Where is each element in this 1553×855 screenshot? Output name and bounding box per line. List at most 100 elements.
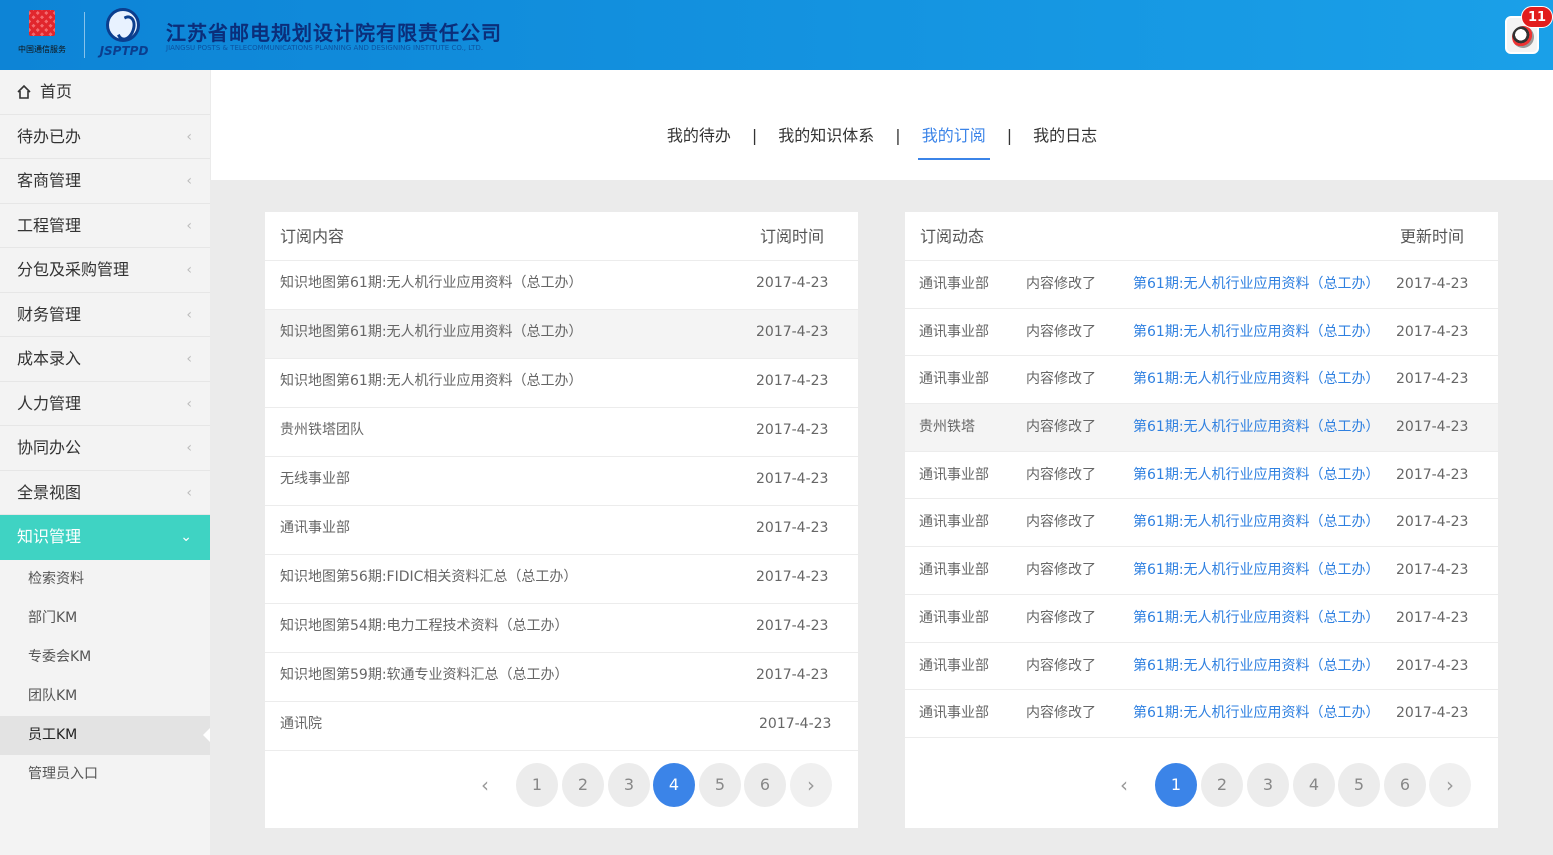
prev-page-button[interactable]: ‹ bbox=[464, 763, 506, 807]
knowledge-submenu: 检索资料 部门KM 专委会KM 团队KM 员工KM 管理员入口 bbox=[0, 559, 210, 794]
table-row[interactable]: 贵州铁塔团队 2017-4-23 bbox=[265, 408, 858, 457]
table-row: 通讯事业部 内容修改了 第61期:无人机行业应用资料（总工办） 2017-4-23 bbox=[905, 452, 1498, 500]
page-button-2[interactable]: 2 bbox=[1201, 763, 1243, 807]
sidebar-item-procurement[interactable]: 分包及采购管理 ‹ bbox=[0, 248, 210, 293]
sidebar-item-label: 分包及采购管理 bbox=[17, 260, 130, 279]
tab-my-subscription[interactable]: 我的订阅 bbox=[917, 122, 990, 160]
page-button-5[interactable]: 5 bbox=[699, 763, 741, 807]
submenu-item-employee-km[interactable]: 员工KM bbox=[0, 715, 210, 755]
row-date: 2017-4-23 bbox=[756, 324, 829, 340]
row-dept: 贵州铁塔 bbox=[919, 419, 975, 436]
submenu-item-admin[interactable]: 管理员入口 bbox=[0, 755, 210, 794]
submenu-item-search[interactable]: 检索资料 bbox=[0, 560, 210, 599]
row-dept: 通讯事业部 bbox=[919, 323, 989, 340]
row-link[interactable]: 第61期:无人机行业应用资料（总工办） bbox=[1133, 643, 1380, 690]
sidebar-item-merchant[interactable]: 客商管理 ‹ bbox=[0, 159, 210, 204]
sidebar-item-label: 财务管理 bbox=[17, 304, 82, 324]
sidebar-item-project[interactable]: 工程管理 ‹ bbox=[0, 204, 210, 248]
row-action: 内容修改了 bbox=[1026, 562, 1096, 579]
page-button-1[interactable]: 1 bbox=[516, 763, 558, 807]
sidebar-item-home[interactable]: 首页 bbox=[0, 70, 210, 115]
sidebar-item-panorama[interactable]: 全景视图 ‹ bbox=[0, 471, 210, 515]
top-header: 中国通信服务 JSPTPD 江苏省邮电规划设计院有限责任公司 JIANGSU P… bbox=[0, 0, 1553, 70]
row-date: 2017-4-23 bbox=[1396, 562, 1469, 579]
page-button-1[interactable]: 1 bbox=[1155, 763, 1197, 807]
table-row[interactable]: 无线事业部 2017-4-23 bbox=[265, 457, 858, 506]
row-link[interactable]: 第61期:无人机行业应用资料（总工办） bbox=[1133, 452, 1380, 499]
table-row[interactable]: 知识地图第59期:软通专业资料汇总（总工办） 2017-4-23 bbox=[265, 653, 858, 702]
row-action: 内容修改了 bbox=[1026, 419, 1096, 436]
sidebar-item-collab[interactable]: 协同办公 ‹ bbox=[0, 426, 210, 471]
row-date: 2017-4-23 bbox=[1396, 371, 1469, 388]
next-page-button[interactable]: › bbox=[1429, 763, 1471, 807]
sidebar-item-label: 成本录入 bbox=[17, 349, 82, 368]
row-dept: 通讯事业部 bbox=[919, 276, 989, 292]
table-row[interactable]: 知识地图第61期:无人机行业应用资料（总工办） 2017-4-23 bbox=[265, 310, 858, 359]
row-link[interactable]: 第61期:无人机行业应用资料（总工办） bbox=[1133, 547, 1380, 594]
sidebar-item-knowledge[interactable]: 知识管理 ⌄ bbox=[0, 515, 210, 560]
jsptpd-mark-icon bbox=[106, 8, 140, 42]
chevron-left-icon: ‹ bbox=[186, 440, 192, 456]
row-link[interactable]: 第61期:无人机行业应用资料（总工办） bbox=[1133, 309, 1380, 356]
page-button-4[interactable]: 4 bbox=[1293, 763, 1335, 807]
row-date: 2017-4-23 bbox=[1396, 705, 1469, 722]
table-row[interactable]: 通讯院 2017-4-23 bbox=[265, 702, 858, 751]
table-row[interactable]: 通讯事业部 2017-4-23 bbox=[265, 506, 858, 555]
row-action: 内容修改了 bbox=[1026, 609, 1096, 626]
chevron-left-icon: ‹ bbox=[186, 306, 192, 323]
sidebar-item-hr[interactable]: 人力管理 ‹ bbox=[0, 382, 210, 426]
row-content: 贵州铁塔团队 bbox=[280, 422, 364, 438]
row-content: 知识地图第54期:电力工程技术资料（总工办） bbox=[280, 618, 569, 634]
column-header-content: 订阅内容 bbox=[280, 227, 345, 246]
page-button-4[interactable]: 4 bbox=[653, 763, 695, 807]
notification-badge[interactable]: 11 bbox=[1521, 6, 1553, 28]
page-button-2[interactable]: 2 bbox=[562, 763, 604, 807]
tab-my-knowledge[interactable]: 我的知识体系 bbox=[774, 122, 878, 146]
row-date: 2017-4-23 bbox=[756, 275, 829, 291]
row-link[interactable]: 第61期:无人机行业应用资料（总工办） bbox=[1133, 404, 1380, 451]
sidebar-item-cost[interactable]: 成本录入 ‹ bbox=[0, 337, 210, 382]
row-content: 知识地图第61期:无人机行业应用资料（总工办） bbox=[280, 324, 583, 340]
submenu-item-team-km[interactable]: 团队KM bbox=[0, 677, 210, 716]
chevron-left-icon: ‹ bbox=[186, 262, 192, 278]
page-button-6[interactable]: 6 bbox=[744, 763, 786, 807]
next-page-button[interactable]: › bbox=[790, 763, 832, 807]
table-row: 通讯事业部 内容修改了 第61期:无人机行业应用资料（总工办） 2017-4-23 bbox=[905, 261, 1498, 309]
prev-page-button[interactable]: ‹ bbox=[1103, 763, 1145, 807]
row-dept: 通讯事业部 bbox=[919, 562, 989, 579]
sidebar-item-label: 人力管理 bbox=[17, 393, 82, 413]
sidebar-item-finance[interactable]: 财务管理 ‹ bbox=[0, 293, 210, 337]
page-button-6[interactable]: 6 bbox=[1384, 763, 1426, 807]
subscription-updates-panel: 订阅动态 更新时间 通讯事业部 内容修改了 第61期:无人机行业应用资料（总工办） 2… bbox=[905, 212, 1498, 828]
row-content: 知识地图第61期:无人机行业应用资料（总工办） bbox=[280, 373, 583, 389]
column-header-time: 订阅时间 bbox=[760, 227, 825, 246]
row-link[interactable]: 第61期:无人机行业应用资料（总工办） bbox=[1133, 261, 1380, 308]
chevron-left-icon: ‹ bbox=[186, 351, 192, 367]
row-date: 2017-4-23 bbox=[1396, 323, 1469, 340]
table-row[interactable]: 知识地图第56期:FIDIC相关资料汇总（总工办） 2017-4-23 bbox=[265, 555, 858, 604]
page-button-3[interactable]: 3 bbox=[608, 763, 650, 807]
row-link[interactable]: 第61期:无人机行业应用资料（总工办） bbox=[1133, 690, 1380, 737]
table-row[interactable]: 知识地图第54期:电力工程技术资料（总工办） 2017-4-23 bbox=[265, 604, 858, 653]
table-row[interactable]: 知识地图第61期:无人机行业应用资料（总工办） 2017-4-23 bbox=[265, 359, 858, 408]
logo-divider bbox=[84, 12, 85, 58]
submenu-item-dept-km[interactable]: 部门KM bbox=[0, 599, 210, 638]
row-link[interactable]: 第61期:无人机行业应用资料（总工办） bbox=[1133, 356, 1380, 403]
sidebar-item-todo[interactable]: 待办已办 ‹ bbox=[0, 115, 210, 159]
table-row: 通讯事业部 内容修改了 第61期:无人机行业应用资料（总工办） 2017-4-23 bbox=[905, 690, 1498, 738]
table-row[interactable]: 知识地图第61期:无人机行业应用资料（总工办） 2017-4-23 bbox=[265, 261, 858, 310]
row-link[interactable]: 第61期:无人机行业应用资料（总工办） bbox=[1133, 499, 1380, 546]
submenu-item-committee-km[interactable]: 专委会KM bbox=[0, 638, 210, 677]
page-button-5[interactable]: 5 bbox=[1338, 763, 1380, 807]
tab-separator: | bbox=[895, 126, 901, 145]
sidebar-item-label: 全景视图 bbox=[17, 482, 82, 502]
tab-my-todo[interactable]: 我的待办 bbox=[663, 122, 735, 146]
tab-my-log[interactable]: 我的日志 bbox=[1029, 122, 1101, 146]
row-date: 2017-4-23 bbox=[1396, 657, 1469, 674]
row-date: 2017-4-23 bbox=[756, 422, 829, 438]
row-dept: 通讯事业部 bbox=[919, 371, 989, 388]
row-link[interactable]: 第61期:无人机行业应用资料（总工办） bbox=[1133, 595, 1380, 642]
table-row: 通讯事业部 内容修改了 第61期:无人机行业应用资料（总工办） 2017-4-23 bbox=[905, 547, 1498, 595]
column-header-updates: 订阅动态 bbox=[920, 227, 985, 246]
page-button-3[interactable]: 3 bbox=[1247, 763, 1289, 807]
